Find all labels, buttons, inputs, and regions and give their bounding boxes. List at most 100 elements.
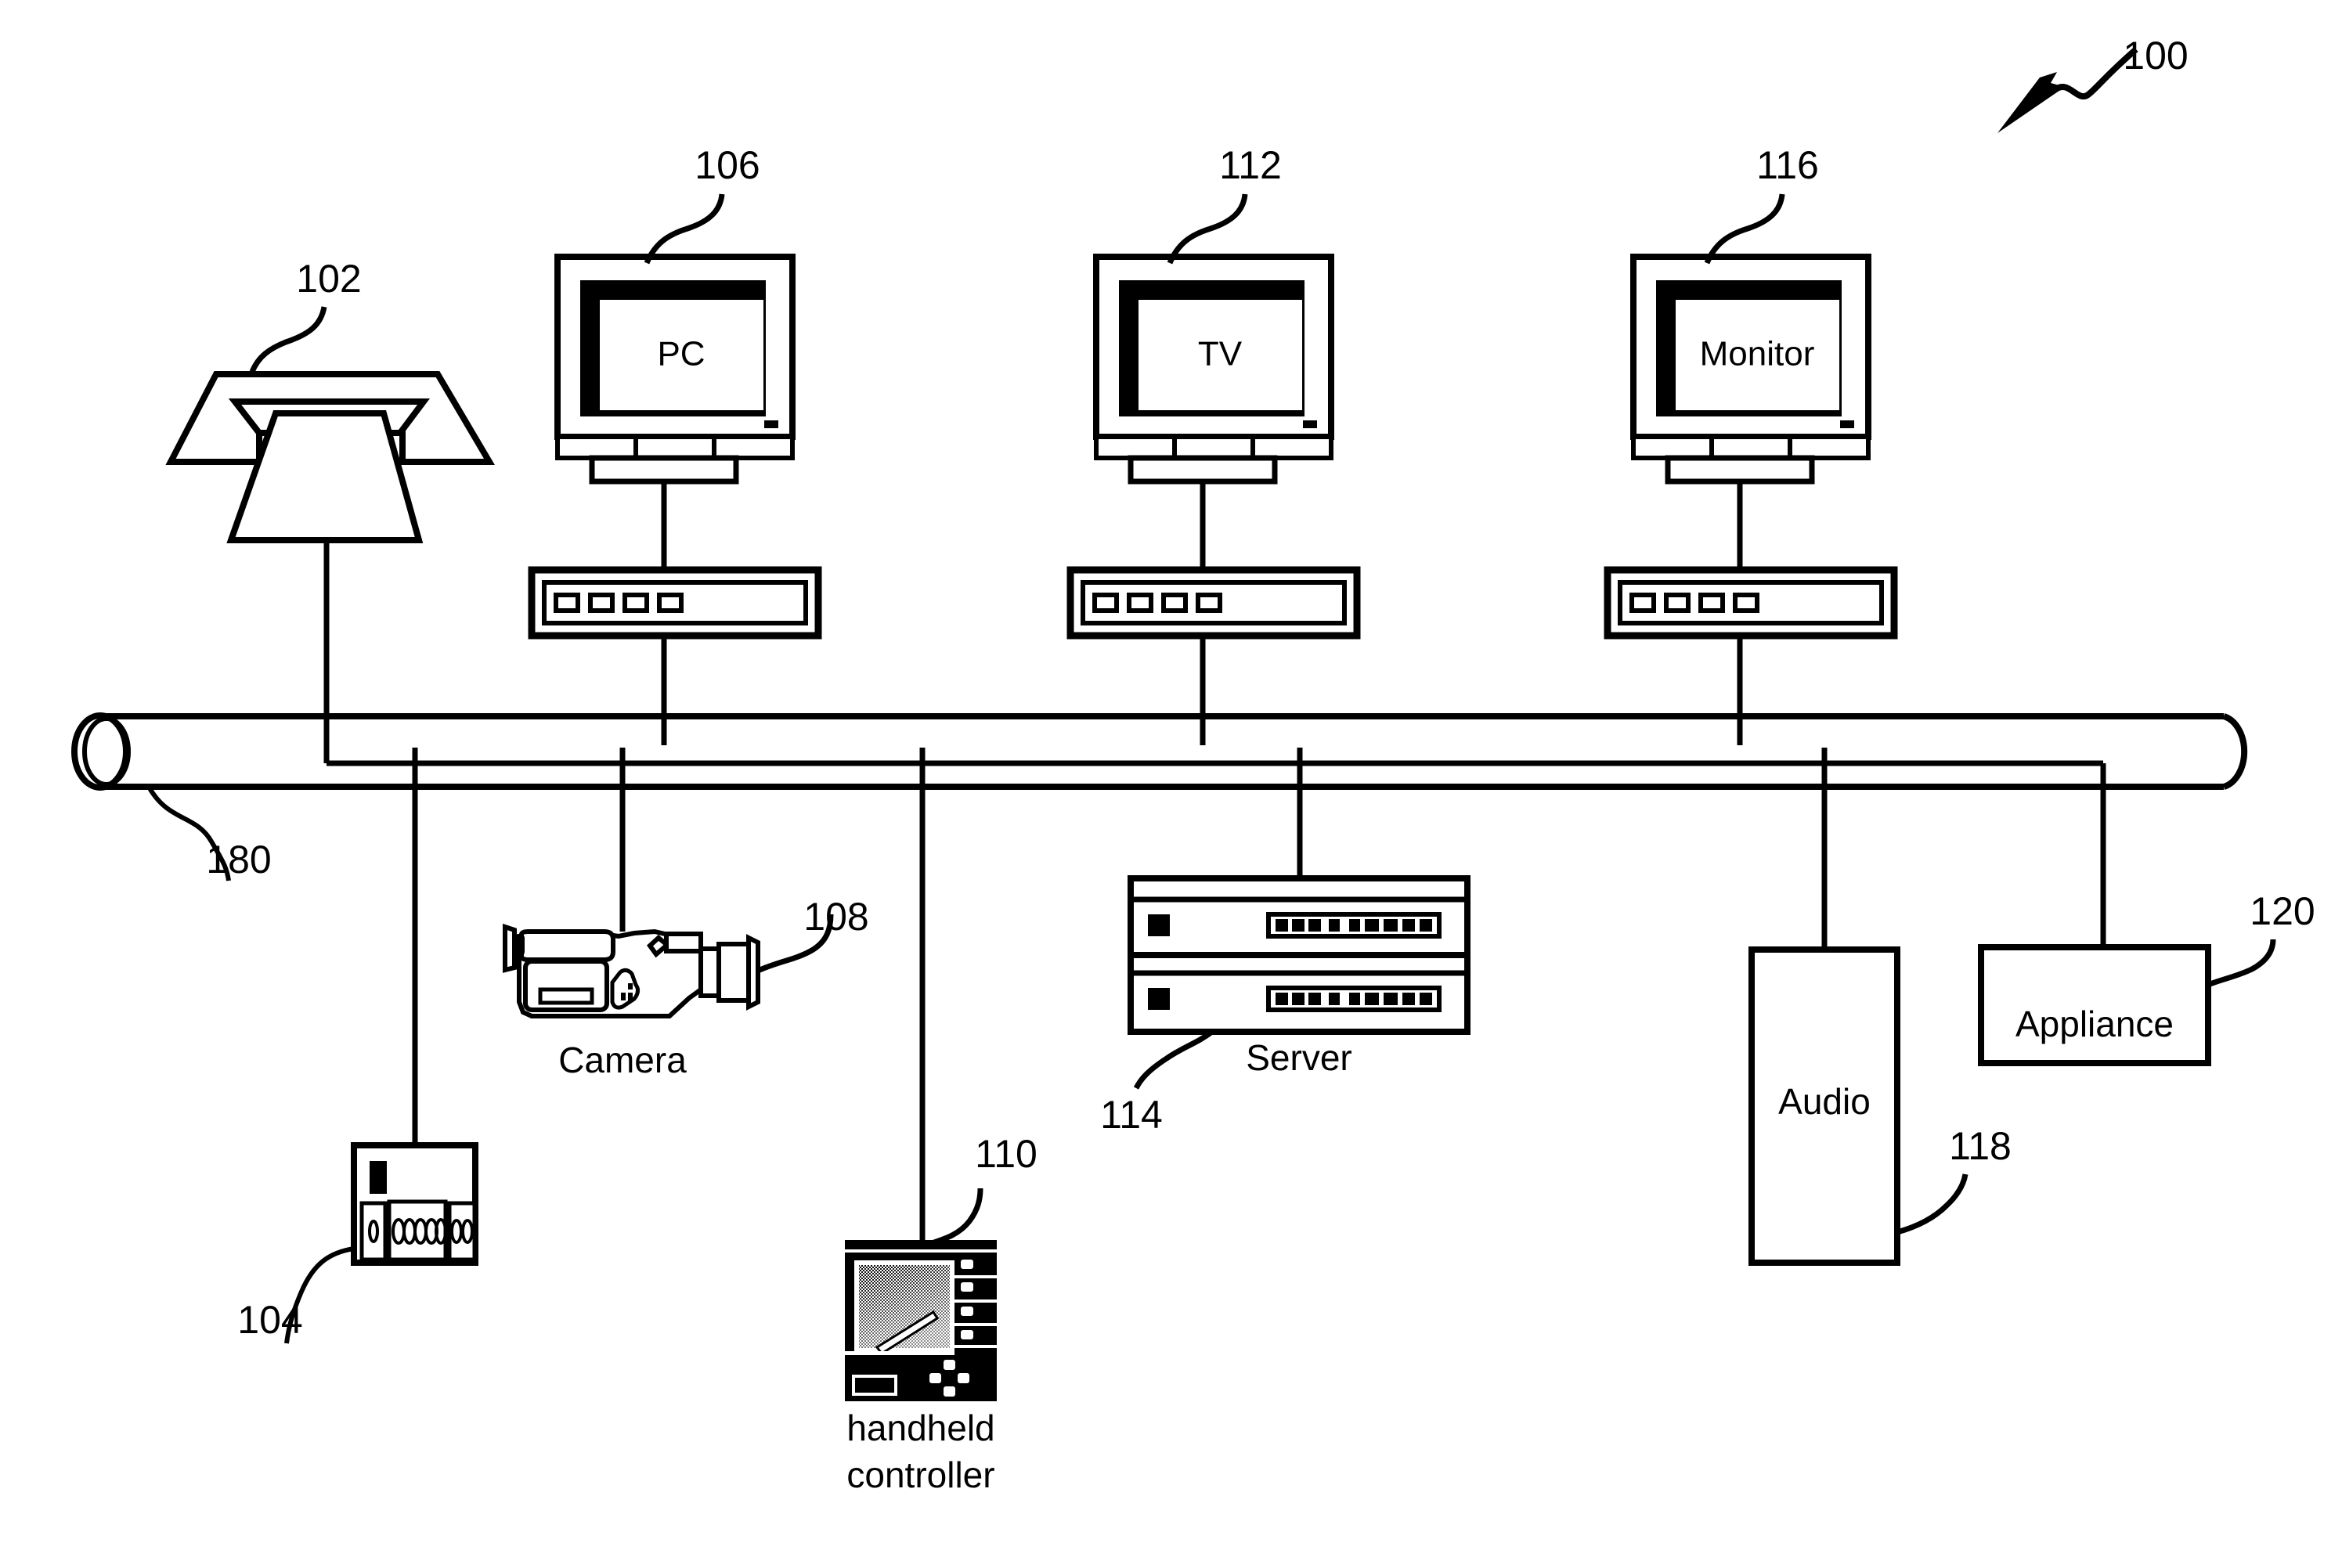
handheld-ref-label: 110 bbox=[975, 1132, 1037, 1176]
monitor-settop-button-4[interactable] bbox=[1733, 593, 1759, 613]
monitor-base-seg-3 bbox=[1788, 434, 1871, 460]
server-name-label: Server bbox=[1246, 1037, 1351, 1078]
handheld-side-button-1[interactable] bbox=[959, 1258, 975, 1271]
monitor-ref-label: 116 bbox=[1756, 143, 1819, 187]
camera-lens-ring-2 bbox=[716, 942, 751, 1003]
monitor-base-seg-2 bbox=[1709, 434, 1792, 460]
appliance-ref-leader bbox=[2207, 939, 2276, 988]
monitor-settop-button-3[interactable] bbox=[1698, 593, 1725, 613]
tv-power-led bbox=[1303, 420, 1317, 428]
handheld-dpad-up[interactable] bbox=[942, 1358, 957, 1372]
tv-ref-leader bbox=[1167, 193, 1248, 265]
tv-base-seg-3 bbox=[1250, 434, 1333, 460]
pc-settop-box[interactable] bbox=[528, 566, 822, 640]
monitor-screen-label: Monitor bbox=[1700, 335, 1815, 373]
server-ref-label: 114 bbox=[1100, 1093, 1163, 1137]
tv-settop-button-4[interactable] bbox=[1196, 593, 1222, 613]
handheld-side-button-4[interactable] bbox=[959, 1328, 975, 1341]
network-diagram: 180 100 102 104 PC 106 TV 112 Monitor 11… bbox=[71, 34, 2315, 1495]
tv-base-seg-1 bbox=[1094, 434, 1177, 460]
pc-base-seg-2 bbox=[633, 434, 716, 460]
server-top-bays bbox=[1276, 919, 1432, 932]
tv-settop-box[interactable] bbox=[1066, 566, 1361, 640]
monitor-ref-leader bbox=[1704, 193, 1785, 265]
handheld-dpad-down[interactable] bbox=[942, 1385, 957, 1398]
appliance-name-label: Appliance bbox=[2015, 1004, 2174, 1044]
handheld-dpad-right[interactable] bbox=[956, 1372, 971, 1385]
network-bus[interactable]: 180 bbox=[71, 712, 2248, 881]
tv-base-seg-2 bbox=[1172, 434, 1255, 460]
camera-lens-ring-1 bbox=[698, 946, 721, 998]
pc-settop-button-1[interactable] bbox=[554, 593, 580, 613]
pc-base-seg-3 bbox=[712, 434, 795, 460]
node-receiver[interactable]: 104 bbox=[237, 1142, 478, 1344]
handheld-ref-leader bbox=[926, 1188, 983, 1248]
server-bottom-bays bbox=[1276, 993, 1432, 1005]
camera-ref-label: 108 bbox=[803, 895, 868, 939]
node-antenna[interactable]: 102 bbox=[165, 257, 495, 543]
camera-name-label: Camera bbox=[558, 1040, 687, 1080]
receiver-ref-label: 104 bbox=[237, 1298, 302, 1342]
audio-ref-label: 118 bbox=[1949, 1124, 2012, 1168]
pc-pedestal bbox=[589, 455, 739, 485]
monitor-base-seg-1 bbox=[1631, 434, 1714, 460]
receiver-indicator bbox=[370, 1161, 387, 1194]
pc-power-led bbox=[764, 420, 778, 428]
camera-lens-hood bbox=[746, 934, 760, 1011]
monitor-settop-button-1[interactable] bbox=[1629, 593, 1656, 613]
pc-ref-leader bbox=[644, 193, 725, 265]
tv-settop-button-3[interactable] bbox=[1161, 593, 1188, 613]
figure-ref-label: 100 bbox=[2123, 34, 2188, 77]
audio-ref-leader bbox=[1896, 1173, 1969, 1235]
tv-pedestal bbox=[1128, 455, 1278, 485]
handheld-top-lip bbox=[845, 1240, 997, 1249]
handheld-side-sep-4 bbox=[954, 1345, 997, 1348]
monitor-pedestal bbox=[1665, 455, 1815, 485]
node-monitor[interactable]: Monitor 116 bbox=[1630, 143, 1871, 485]
handheld-side-sep-1 bbox=[954, 1275, 997, 1278]
node-tv[interactable]: TV 112 bbox=[1093, 143, 1334, 485]
appliance-ref-label: 120 bbox=[2250, 889, 2315, 933]
antenna-ref-leader bbox=[249, 306, 327, 373]
camera-mic bbox=[664, 932, 703, 953]
monitor-settop-button-2[interactable] bbox=[1664, 593, 1691, 613]
audio-name-label: Audio bbox=[1778, 1081, 1871, 1122]
pc-screen-label: PC bbox=[657, 335, 705, 373]
patent-figure: 180 100 102 104 PC 106 TV 112 Monitor 11… bbox=[0, 0, 2342, 1568]
handheld-action-button[interactable] bbox=[852, 1375, 897, 1396]
node-camera[interactable]: 108 Camera bbox=[503, 895, 869, 1080]
camera-eyecup bbox=[503, 923, 517, 973]
tv-ref-label: 112 bbox=[1219, 143, 1282, 187]
camera-grip-dot-2 bbox=[628, 993, 633, 1000]
node-appliance[interactable]: Appliance 120 bbox=[1978, 889, 2315, 1066]
tv-settop-button-1[interactable] bbox=[1092, 593, 1119, 613]
pc-ref-label: 106 bbox=[695, 143, 760, 187]
pc-base-seg-1 bbox=[555, 434, 638, 460]
camera-grip-dot-1 bbox=[621, 993, 626, 1000]
monitor-settop-box[interactable] bbox=[1604, 566, 1898, 640]
receiver-panel-left bbox=[359, 1201, 388, 1262]
node-handheld[interactable]: 110 handheld controller bbox=[845, 1132, 1037, 1495]
pc-settop-button-4[interactable] bbox=[657, 593, 684, 613]
server-bottom-indicator bbox=[1148, 988, 1170, 1010]
pc-settop-button-2[interactable] bbox=[588, 593, 615, 613]
bus-right-cap bbox=[2222, 713, 2248, 790]
handheld-name-line1: handheld bbox=[846, 1408, 994, 1448]
bus-ref-label: 180 bbox=[206, 838, 271, 881]
handheld-deck-divider bbox=[845, 1351, 954, 1355]
server-top-indicator bbox=[1148, 914, 1170, 936]
handheld-side-button-2[interactable] bbox=[959, 1281, 975, 1293]
handheld-side-sep-2 bbox=[954, 1299, 997, 1303]
node-pc[interactable]: PC 106 bbox=[554, 143, 796, 485]
tv-screen-label: TV bbox=[1198, 335, 1243, 373]
tv-settop-button-2[interactable] bbox=[1127, 593, 1153, 613]
node-server[interactable]: 114 Server bbox=[1100, 875, 1471, 1137]
antenna-ref-label: 102 bbox=[296, 257, 361, 301]
pc-settop-button-3[interactable] bbox=[622, 593, 649, 613]
bus-left-cap-inner bbox=[82, 716, 131, 787]
monitor-power-led bbox=[1840, 420, 1854, 428]
figure-arrowhead bbox=[1997, 72, 2065, 133]
handheld-side-button-3[interactable] bbox=[959, 1305, 975, 1317]
handheld-dpad-left[interactable] bbox=[928, 1372, 943, 1385]
node-audio[interactable]: Audio 118 bbox=[1748, 946, 2012, 1266]
